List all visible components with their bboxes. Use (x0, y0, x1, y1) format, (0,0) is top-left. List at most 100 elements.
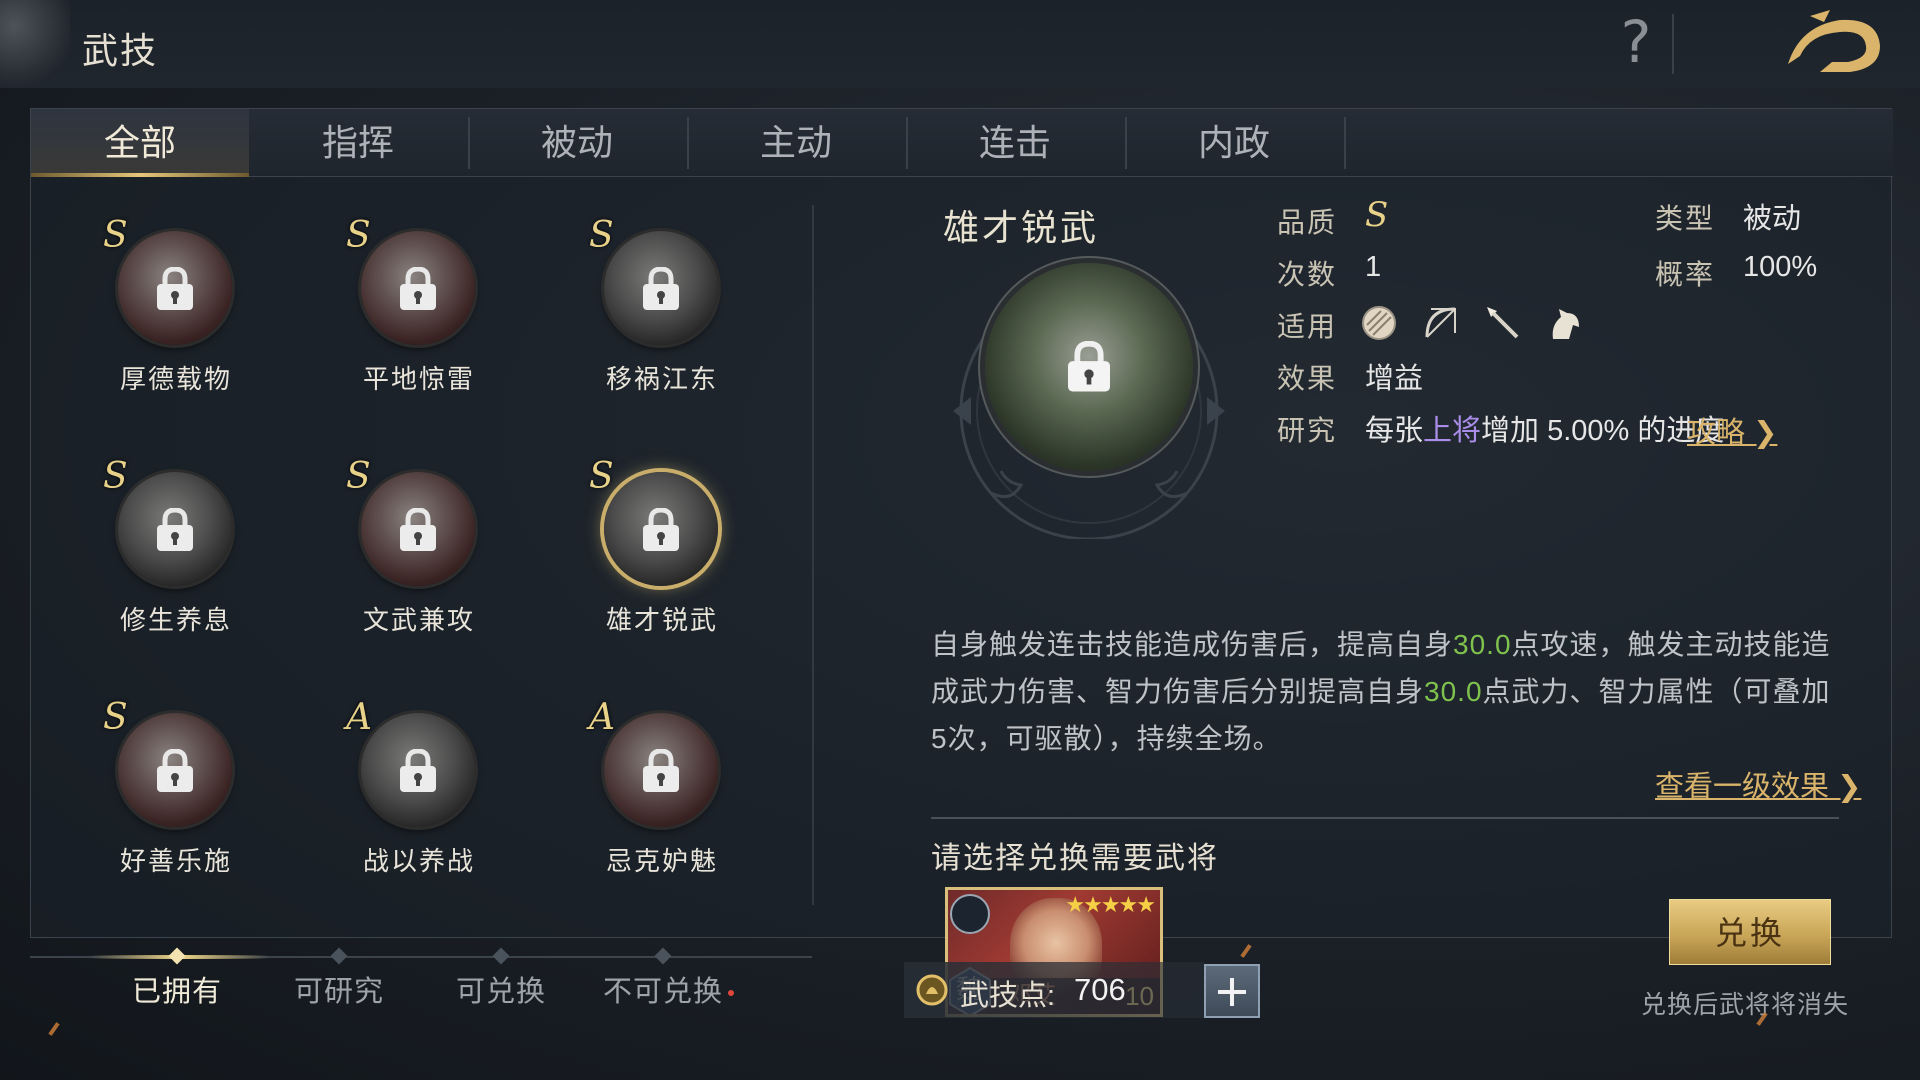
skill-icon (604, 472, 718, 586)
apply-label: 适用 (1277, 311, 1338, 342)
guide-link[interactable]: 攻略 ❯ (1687, 409, 1777, 451)
skill-icon (361, 713, 475, 827)
count-value: 1 (1365, 251, 1382, 283)
ember-decoration (48, 1022, 60, 1036)
section-divider (931, 817, 1839, 819)
skill-grade: A (346, 697, 372, 738)
tab-divider (1344, 117, 1346, 169)
filter-owned[interactable]: 已拥有 (102, 968, 252, 1010)
skill-name: 平地惊雷 (362, 364, 475, 394)
skill-card[interactable]: S 修生养息 (91, 456, 261, 644)
skill-detail-title: 雄才锐武 (942, 207, 1099, 248)
add-points-button[interactable] (1204, 964, 1260, 1018)
skill-card[interactable]: A 忌克妒魅 (577, 697, 747, 885)
top-bar: 武技 ? (0, 0, 1920, 88)
research-highlight: 上将 (1423, 415, 1482, 447)
research-prefix: 每张 (1365, 415, 1424, 447)
rate-value: 100% (1743, 251, 1818, 283)
description-value: 30.0 (1424, 676, 1483, 707)
skill-card[interactable]: A 战以养战 (334, 697, 504, 885)
weapon-icon (950, 894, 990, 934)
skill-name: 雄才锐武 (605, 605, 718, 635)
horse-icon (1552, 309, 1579, 339)
ember-decoration (1240, 944, 1252, 958)
skill-name: 移祸江东 (605, 364, 718, 394)
skill-grade: S (589, 215, 614, 256)
type-value: 被动 (1743, 203, 1802, 235)
skill-description: 自身触发连击技能造成伤害后，提高自身30.0点攻速，触发主动技能造成武力伤害、智… (931, 621, 1831, 762)
skill-points-box: 武技点: 706 (904, 962, 1204, 1018)
lock-icon (400, 749, 436, 792)
rate-label: 概率 (1655, 259, 1716, 290)
tab-passive[interactable]: 被动 (468, 109, 686, 177)
general-stars: ★★★★★ (1065, 892, 1156, 917)
skill-grade: S (346, 215, 371, 256)
choose-general-label: 请选择兑换需要武将 (931, 842, 1219, 875)
grid-divider (812, 205, 814, 905)
skill-card[interactable]: S 好善乐施 (91, 697, 261, 885)
skill-icon (604, 713, 718, 827)
skill-icon (361, 231, 475, 345)
skill-card[interactable]: S 厚德载物 (91, 215, 261, 403)
lock-icon (157, 508, 193, 551)
filter-indicator (330, 947, 348, 965)
skill-name: 文武兼攻 (362, 605, 475, 635)
bow-icon (1425, 307, 1456, 338)
skill-name: 忌克妒魅 (605, 846, 718, 876)
corner-ornament (0, 0, 70, 88)
exchange-note: 兑换后武将将消失 (1641, 991, 1850, 1019)
skill-name: 厚德载物 (119, 364, 232, 394)
lock-icon (643, 267, 679, 310)
skill-grade: S (589, 456, 614, 497)
category-tabs: 全部 指挥 被动 主动 连击 内政 (31, 109, 1893, 177)
skill-card[interactable]: S 文武兼攻 (334, 456, 504, 644)
skill-points-value: 706 (1074, 972, 1126, 1007)
lock-icon (1068, 341, 1110, 392)
shield-icon (1362, 306, 1396, 340)
tab-domestic[interactable]: 内政 (1125, 109, 1343, 177)
filter-exchangeable[interactable]: 可兑换 (426, 968, 576, 1010)
skill-icon (361, 472, 475, 586)
effect-label: 效果 (1277, 363, 1338, 394)
quality-label: 品质 (1277, 207, 1338, 238)
skill-icon (118, 231, 232, 345)
filter-indicator (654, 947, 672, 965)
skill-card[interactable]: S 移祸江东 (577, 215, 747, 403)
tab-all[interactable]: 全部 (31, 109, 249, 177)
skill-points-label: 武技点: (960, 980, 1056, 1012)
view-level1-label: 查看一级效果 (1655, 771, 1830, 803)
guide-link-label: 攻略 (1687, 417, 1746, 449)
type-label: 类型 (1655, 203, 1716, 234)
back-icon[interactable] (1780, 6, 1890, 80)
research-text: 每张上将增加 5.00% 的进度 (1365, 407, 1724, 449)
coin-icon (916, 974, 948, 1006)
filter-not-exchangeable[interactable]: 不可兑换 (588, 968, 738, 1010)
notification-dot (728, 990, 734, 996)
tab-active[interactable]: 主动 (687, 109, 905, 177)
skill-card[interactable]: S 平地惊雷 (334, 215, 504, 403)
lock-icon (400, 508, 436, 551)
filter-researchable[interactable]: 可研究 (264, 968, 414, 1010)
skill-grade: S (103, 215, 128, 256)
skill-grade: A (589, 697, 615, 738)
exchange-button[interactable]: 兑换 (1669, 899, 1831, 965)
page-title: 武技 (82, 30, 159, 71)
skill-card-selected[interactable]: S 雄才锐武 (577, 456, 747, 644)
help-icon[interactable]: ? (1612, 12, 1660, 72)
lock-icon (400, 267, 436, 310)
filter-indicator (492, 947, 510, 965)
skill-name: 战以养战 (362, 846, 475, 876)
tab-combo[interactable]: 连击 (906, 109, 1124, 177)
topbar-divider (1672, 14, 1674, 74)
skill-icon (118, 472, 232, 586)
spear-icon (1487, 307, 1519, 339)
lock-icon (643, 508, 679, 551)
effect-value: 增益 (1365, 363, 1424, 395)
skill-grade: S (346, 456, 371, 497)
lock-icon (157, 749, 193, 792)
tab-command[interactable]: 指挥 (249, 109, 467, 177)
skill-name: 好善乐施 (119, 846, 232, 876)
view-level1-link[interactable]: 查看一级效果 ❯ (1655, 763, 1861, 805)
skill-icon (604, 231, 718, 345)
filter-indicator (168, 947, 186, 965)
